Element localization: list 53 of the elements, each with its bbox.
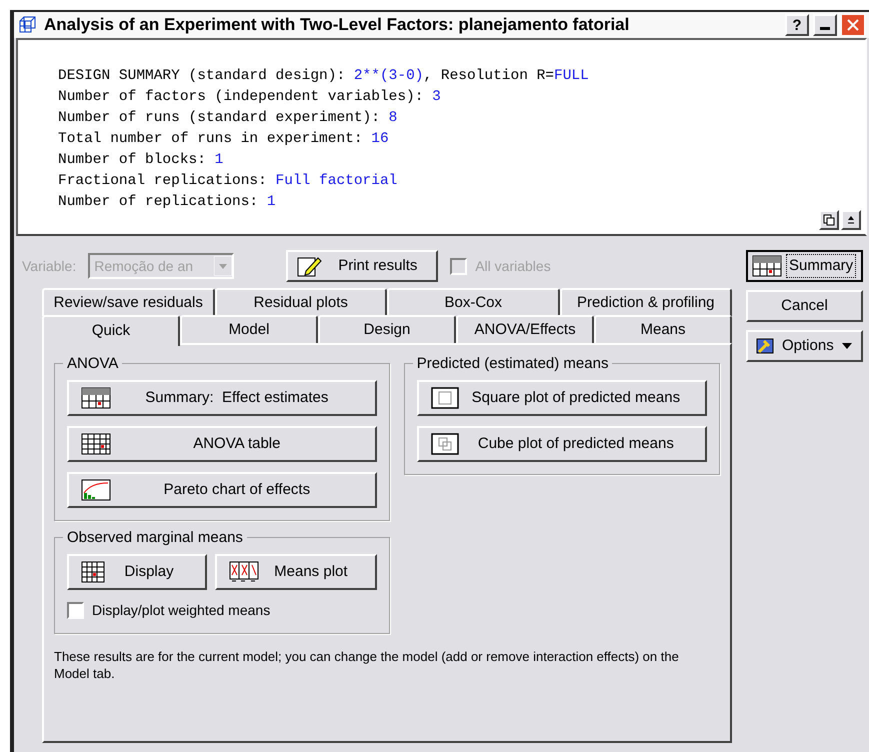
tab[interactable]: Means (594, 315, 732, 343)
hammer-icon (756, 338, 774, 354)
command-button[interactable]: Means plot (215, 554, 377, 590)
chart-icon (81, 479, 111, 501)
caret-icon (842, 343, 852, 349)
command-button[interactable]: ANOVA table (67, 426, 377, 462)
command-button[interactable]: Summary: Effect estimates (67, 380, 377, 416)
tab[interactable]: Quick (42, 315, 180, 346)
tab[interactable]: Box-Cox (387, 288, 560, 316)
summary-button[interactable]: Summary (746, 250, 863, 282)
dropdown-arrow-icon (214, 256, 232, 276)
up-arrow-icon (847, 215, 855, 225)
variable-label: Variable: (22, 256, 76, 276)
window-title: Analysis of an Experiment with Two-Level Factors: planejamento fatorial (44, 14, 630, 36)
checkbox-label: Display/plot weighted means (92, 601, 270, 620)
cube-icon (430, 433, 459, 455)
table-icon (752, 255, 782, 277)
summary-line: Total number of runs in experiment: 16 (58, 130, 390, 149)
print-results-button[interactable]: Print results (286, 250, 438, 282)
checkbox-label: All variables (475, 256, 551, 276)
table-icon (81, 433, 111, 455)
plot-icon (229, 561, 259, 583)
summary-line: DESIGN SUMMARY (standard design): 2**(3-0), Resolution R=FULL (58, 67, 590, 86)
summary-line: Number of replications: 1 (58, 193, 277, 212)
summary-line: Number of factors (independent variables): 3 (58, 88, 442, 107)
command-button[interactable]: Square plot of predicted means (416, 380, 707, 416)
expand-button[interactable] (841, 210, 861, 230)
help-button[interactable]: ? (785, 14, 809, 36)
copy-button[interactable] (819, 210, 839, 230)
copy-icon (823, 214, 835, 226)
minimize-button[interactable] (813, 14, 837, 36)
table-icon (81, 387, 111, 409)
command-button[interactable]: Cube plot of predicted means (416, 426, 707, 462)
minimize-icon (820, 27, 830, 30)
square-icon (430, 387, 459, 409)
checkbox[interactable] (67, 602, 84, 619)
note-text: These results are for the current model; you can change the model (add or remove interaction effects) on the Model tab. (54, 648, 680, 682)
command-button[interactable]: Display (67, 554, 207, 590)
tab[interactable]: Review/save residuals (42, 288, 214, 316)
tab[interactable]: ANOVA/Effects (456, 315, 594, 343)
grid-icon (81, 561, 105, 583)
cancel-button[interactable]: Cancel (746, 290, 863, 322)
close-icon (847, 19, 859, 31)
tab[interactable]: Prediction & profiling (560, 288, 732, 316)
close-button[interactable] (841, 14, 865, 36)
options-button[interactable]: Options (746, 330, 863, 362)
summary-line: Fractional replications: Full factorial (58, 172, 398, 191)
command-button[interactable]: Pareto chart of effects (67, 472, 377, 508)
summary-line: Number of blocks: 1 (58, 151, 224, 170)
tab[interactable]: Residual plots (214, 288, 387, 316)
tab[interactable]: Model (180, 315, 318, 343)
summary-line: Number of runs (standard experiment): 8 (58, 109, 398, 128)
tab[interactable]: Design (318, 315, 456, 343)
